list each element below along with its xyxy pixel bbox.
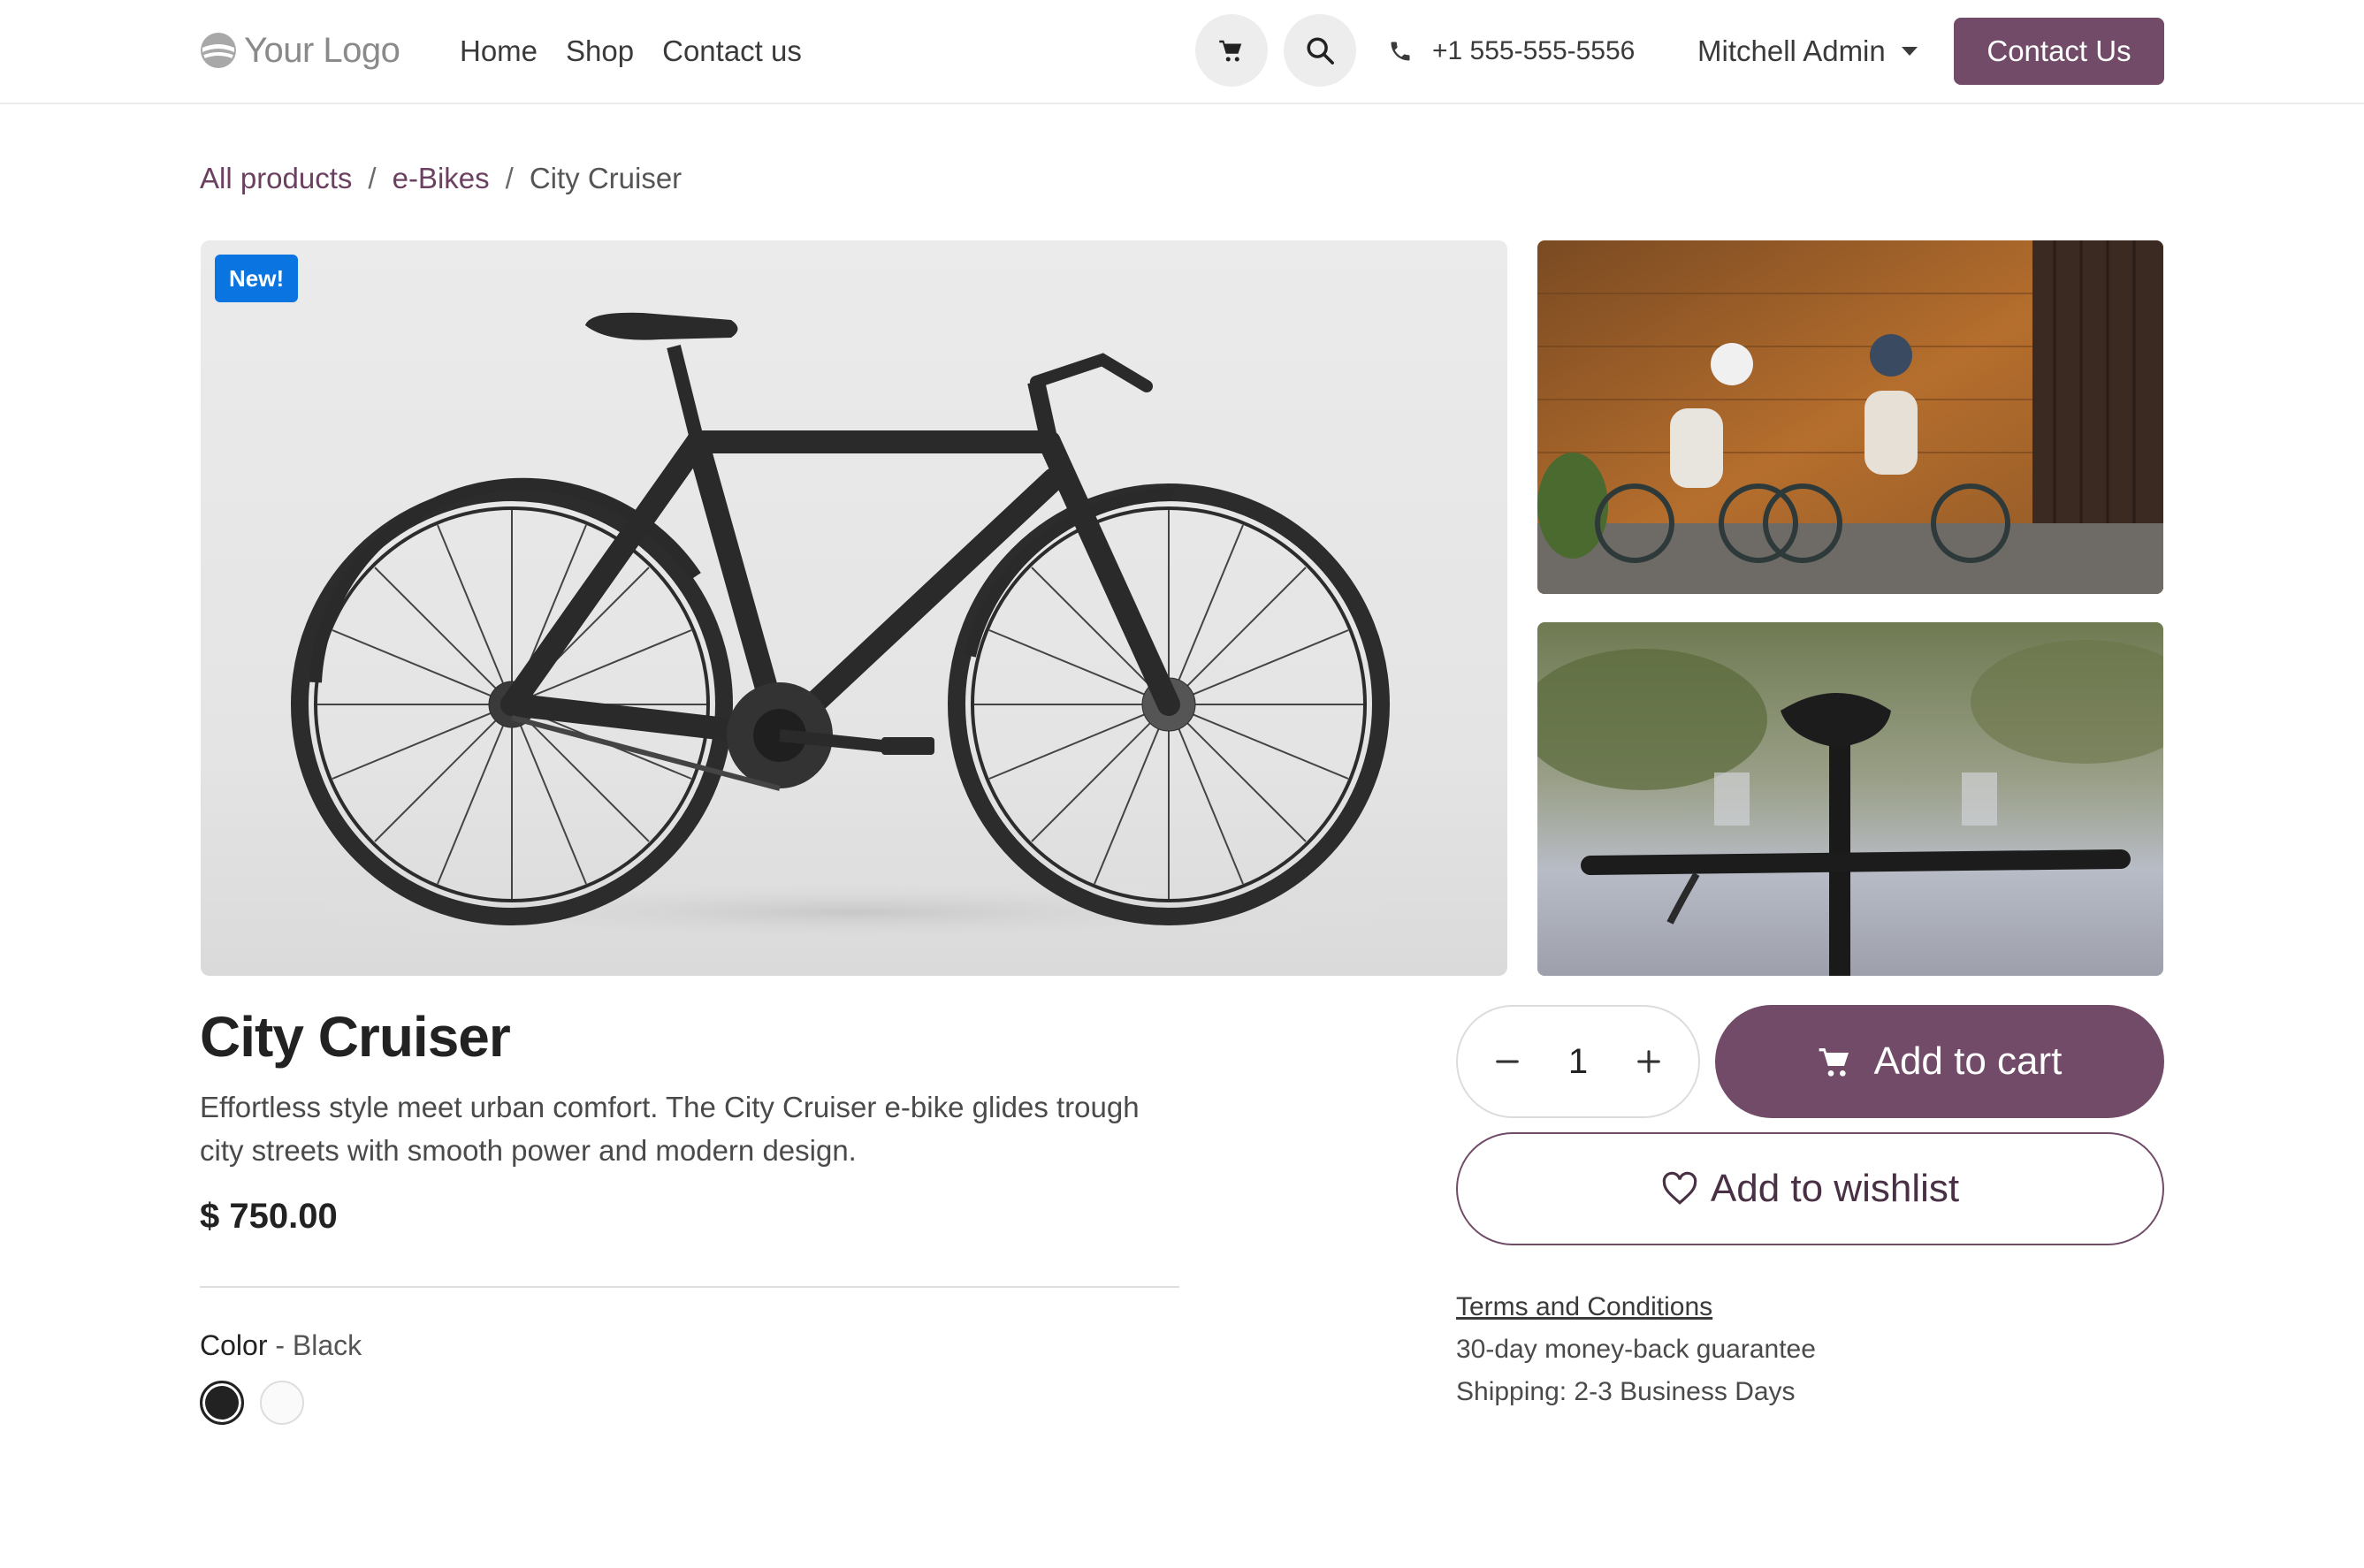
plus-icon	[1637, 1050, 1660, 1073]
user-menu[interactable]: Mitchell Admin	[1697, 30, 1918, 72]
add-to-wishlist-button[interactable]: Add to wishlist	[1456, 1132, 2164, 1245]
heart-icon	[1662, 1171, 1697, 1205]
breadcrumb: All products / e-Bikes / City Cruiser	[200, 157, 682, 200]
breadcrumb-all-products[interactable]: All products	[200, 157, 352, 200]
product-main-image[interactable]: New!	[201, 240, 1507, 976]
divider	[200, 1286, 1179, 1288]
cart-button[interactable]	[1195, 14, 1268, 87]
breadcrumb-current: City Cruiser	[529, 162, 683, 194]
search-button[interactable]	[1284, 14, 1356, 87]
shipping-text: Shipping: 2-3 Business Days	[1456, 1377, 1796, 1406]
product-description: Effortless style meet urban comfort. The…	[200, 1091, 1140, 1167]
logo[interactable]: Your Logo	[200, 28, 400, 72]
contact-us-button[interactable]: Contact Us	[1954, 18, 2164, 85]
color-swatch-white[interactable]	[260, 1381, 304, 1425]
quantity-stepper: 1	[1456, 1005, 1700, 1118]
product-thumbnail-2[interactable]	[1537, 622, 2163, 976]
product-price: $ 750.00	[200, 1197, 338, 1236]
terms-link[interactable]: Terms and Conditions	[1456, 1292, 1712, 1322]
quantity-value[interactable]: 1	[1568, 1042, 1588, 1082]
nav-shop[interactable]: Shop	[566, 30, 634, 72]
logo-text: Your Logo	[244, 30, 400, 70]
product-thumbnail-1[interactable]	[1537, 240, 2163, 594]
add-to-cart-label: Add to cart	[1873, 1039, 2063, 1083]
color-attribute-name: Color	[200, 1329, 268, 1361]
product-title: City Cruiser	[200, 1005, 511, 1069]
nav-contact[interactable]: Contact us	[662, 30, 802, 72]
new-badge: New!	[215, 255, 299, 302]
increase-quantity-button[interactable]	[1631, 1044, 1666, 1079]
cart-icon	[1219, 40, 1242, 62]
color-label: Color - Black	[200, 1329, 362, 1362]
user-name: Mitchell Admin	[1697, 34, 1886, 67]
chevron-down-icon	[1901, 47, 1918, 56]
nav-home[interactable]: Home	[460, 30, 538, 72]
cart-icon	[1819, 1048, 1849, 1077]
breadcrumb-ebikes[interactable]: e-Bikes	[393, 157, 490, 200]
phone-contact[interactable]: +1 555-555-5556	[1388, 30, 1635, 72]
add-to-cart-button[interactable]: Add to cart	[1715, 1005, 2164, 1118]
minus-icon	[1496, 1060, 1519, 1063]
breadcrumb-separator: /	[368, 162, 377, 194]
bicycle-image	[291, 312, 1403, 948]
phone-icon	[1391, 42, 1410, 61]
main-nav: Home Shop Contact us	[460, 30, 830, 72]
color-swatch-black[interactable]	[200, 1381, 244, 1425]
search-icon	[1307, 37, 1334, 65]
saddle-photo	[1537, 622, 2163, 976]
decrease-quantity-button[interactable]	[1490, 1044, 1525, 1079]
color-attribute-value: - Black	[275, 1329, 362, 1361]
cyclists-photo	[1537, 240, 2163, 594]
breadcrumb-separator: /	[505, 162, 514, 194]
logo-icon	[201, 33, 236, 68]
phone-number: +1 555-555-5556	[1432, 36, 1636, 65]
add-to-wishlist-label: Add to wishlist	[1710, 1167, 1960, 1210]
site-header: Your Logo Home Shop Contact us +1 555-55…	[0, 0, 2364, 104]
guarantee-text: 30-day money-back guarantee	[1456, 1335, 1816, 1364]
